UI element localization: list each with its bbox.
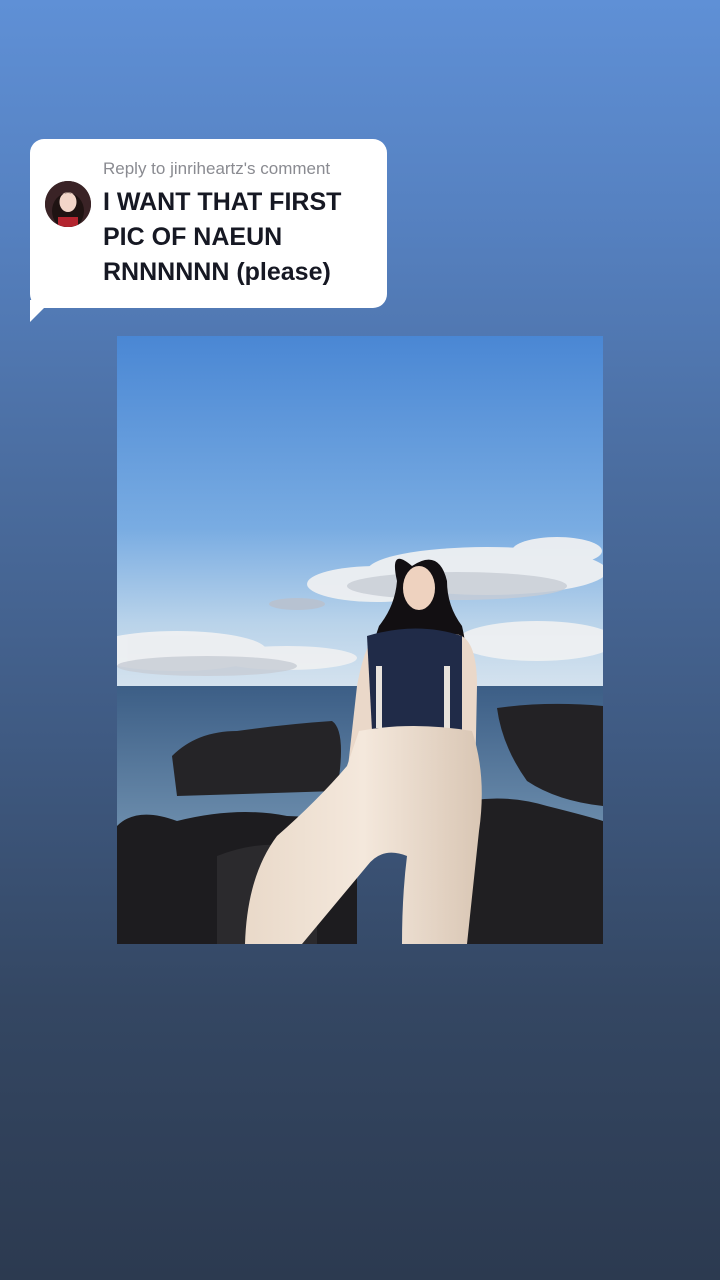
photo-scene-image: [117, 336, 603, 944]
commenter-avatar[interactable]: [45, 181, 91, 227]
reply-comment-text: I WANT THAT FIRST PIC OF NAEUN RNNNNNN (…: [103, 188, 342, 286]
user-avatar-icon: [45, 181, 91, 227]
post-photo[interactable]: [117, 336, 603, 944]
reply-bubble-tail: [30, 300, 52, 322]
reply-comment-bubble[interactable]: Reply to jinriheartz's comment I WANT TH…: [30, 139, 387, 308]
reply-header: Reply to jinriheartz's comment: [103, 159, 331, 178]
